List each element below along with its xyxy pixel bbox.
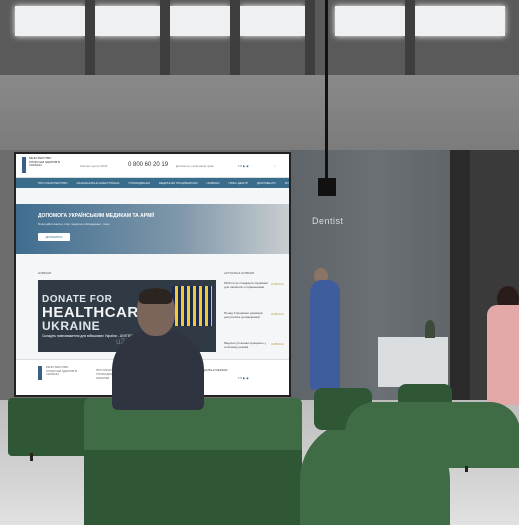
ceiling-grid xyxy=(0,0,519,75)
sofa-seat xyxy=(84,450,302,525)
man-hair xyxy=(139,288,172,304)
ceiling-beam xyxy=(405,0,415,75)
ceiling-light xyxy=(335,6,405,36)
plant xyxy=(425,320,435,338)
nav-item: НОВИНИ xyxy=(206,181,220,185)
news-heading: НОВИНИ xyxy=(38,271,51,275)
hanging-fixture xyxy=(318,178,336,196)
side-news-tag: НОВИНА xyxy=(271,282,284,286)
banner-line-3: UKRAINE xyxy=(42,319,101,333)
seated-man xyxy=(112,330,204,410)
footer-logo-text: МІНІСТЕРСТВО ОХОРОНИ ЗДОРОВ'Я УКРАЇНИ xyxy=(46,365,78,377)
ceiling-light xyxy=(95,6,160,36)
hanging-pole xyxy=(325,0,328,185)
coat-of-arms-icon xyxy=(22,157,26,173)
side-heading: АКТУАЛЬНІ НОВИНИ xyxy=(224,271,255,275)
curved-bench xyxy=(345,402,519,468)
nav-item: ГРОМАДЯНАМ xyxy=(128,181,150,185)
ceiling-light xyxy=(240,6,305,36)
social-icons: f ✉ ▶ ◉ xyxy=(238,164,249,168)
ceiling-light xyxy=(415,6,505,36)
nav-item: НАЦІОНАЛЬНА ЕЛЕКТРОННА xyxy=(76,181,120,185)
hero-title: ДОПОМОГА УКРАЇНСЬКИМ МЕДИКАМ ТА АРМІЇ xyxy=(38,213,154,219)
ceiling-light xyxy=(170,6,230,36)
ceiling-beam xyxy=(305,0,315,75)
nav-item: ДОКУМЕНТИ xyxy=(256,181,276,185)
site-nav: ПРО МІНІСТЕРСТВО НАЦІОНАЛЬНА ЕЛЕКТРОННА ГР… xyxy=(16,178,289,188)
site-header: МІНІСТЕРСТВО ОХОРОНИ ЗДОРОВ'Я УКРАЇНИ Ко… xyxy=(16,154,289,178)
nav-item: ПРО МІНІСТЕРСТВО xyxy=(38,181,68,185)
footer-social-icons: f ✉ ▶ ◉ xyxy=(238,376,249,380)
nav-item: МЕДИЧНІМ ПРАЦІВНИКАМ xyxy=(158,181,198,185)
nav-item: ПРЕС-ЦЕНТР xyxy=(228,181,248,185)
side-news-tag: НОВИНА xyxy=(271,342,284,346)
hero-banner: ДОПОМОГА УКРАЇНСЬКИМ МЕДИКАМ ТА АРМІЇ Бл… xyxy=(16,204,289,254)
ceiling-light xyxy=(15,6,85,36)
dark-column xyxy=(450,150,470,410)
hero-subtitle: Благодійні внески, ліки, медичне обладна… xyxy=(38,222,110,226)
ceiling-beam xyxy=(230,0,240,75)
reception-desk xyxy=(378,337,448,387)
ceiling-beam xyxy=(160,0,170,75)
lobby-scene: Dentist МІНІСТЕРСТВО ОХОРОНИ ЗДОРОВ'Я УК… xyxy=(0,0,519,525)
rights-link: Допомога у виконанні прав xyxy=(176,164,214,168)
contact-label: Контакт-центр МОЗ xyxy=(80,164,108,168)
side-news-item: МОЗ готує стандарти лікування для пацієн… xyxy=(224,281,268,289)
qr-code-icon xyxy=(172,286,212,326)
side-news-item: Понад 3 мільйони українців долучились до… xyxy=(224,311,263,319)
hero-button: ДОПОМОГА xyxy=(38,233,70,241)
upper-wall xyxy=(0,70,519,160)
dentist-sign: Dentist xyxy=(312,216,344,226)
bench-leg xyxy=(30,453,33,461)
woman-figure xyxy=(487,305,519,405)
ceiling-beam xyxy=(85,0,95,75)
side-news-item: Медичні установи працюють у штатному реж… xyxy=(224,341,267,349)
side-news-tag: НОВИНА xyxy=(271,312,284,316)
doctor-figure xyxy=(310,280,340,390)
nav-item: КОНТАКТИ xyxy=(284,181,291,185)
phone-number: 0 800 60 20 19 xyxy=(128,162,169,168)
site-logo-text: МІНІСТЕРСТВО ОХОРОНИ ЗДОРОВ'Я УКРАЇНИ xyxy=(29,156,61,168)
footer-logo-icon xyxy=(38,366,42,380)
search-icon: ⌕ xyxy=(274,164,276,168)
bench-leg xyxy=(465,466,468,472)
